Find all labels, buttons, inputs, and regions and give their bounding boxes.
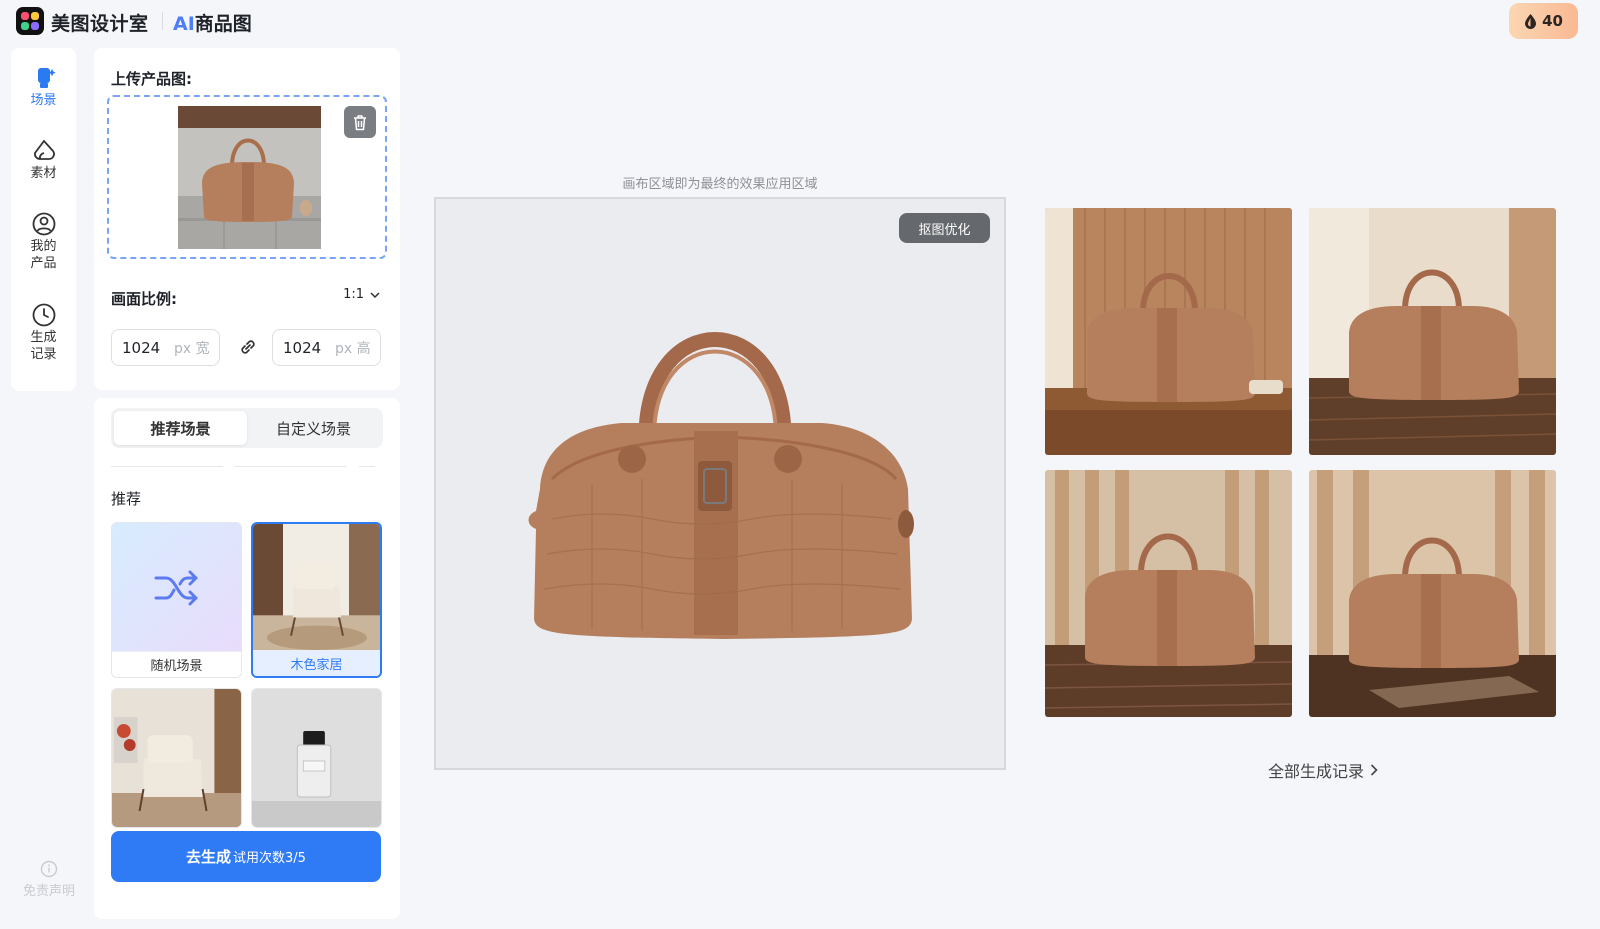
product-title: 商品图	[194, 13, 252, 35]
app-logo-icon[interactable]	[16, 7, 44, 35]
left-nav: 场景 素材 我的产品 生成记录	[11, 48, 76, 391]
scene-card-label: 随机场景	[112, 651, 241, 677]
link-ratio-icon[interactable]	[237, 336, 259, 358]
scene-thumbnail	[112, 689, 241, 827]
credit-coin-icon	[1525, 13, 1537, 29]
scene-card-modern-room[interactable]	[111, 688, 242, 828]
disclaimer-link[interactable]: 免责声明	[14, 860, 84, 899]
material-icon	[33, 139, 55, 160]
result-image-4[interactable]	[1309, 470, 1556, 717]
scene-card-random[interactable]: 随机场景	[111, 522, 242, 678]
height-unit: px 高	[335, 340, 371, 357]
matting-optimize-button[interactable]: 抠图优化	[899, 213, 990, 243]
all-records-label: 全部生成记录	[1268, 762, 1365, 781]
trash-icon	[354, 114, 366, 130]
nav-item-scene[interactable]: 场景	[11, 66, 76, 109]
recommended-label: 推荐	[111, 490, 142, 508]
header-divider	[162, 12, 163, 30]
product-ai-label: AI	[173, 13, 195, 35]
app-header: 美图设计室 AI商品图 40	[0, 0, 1600, 42]
scene-panel: 推荐场景 自定义场景 推荐 随机场景 木色家居 去生成 试用次数3/5	[94, 398, 400, 919]
product-image[interactable]	[522, 319, 922, 649]
nav-item-label: 场景	[30, 93, 57, 108]
result-image-2[interactable]	[1309, 208, 1556, 455]
divider	[359, 466, 375, 467]
upload-title: 上传产品图:	[111, 70, 192, 88]
tab-custom-scenes[interactable]: 自定义场景	[247, 411, 380, 445]
delete-image-button[interactable]	[344, 106, 376, 138]
divider	[111, 466, 223, 467]
scene-icon	[37, 68, 56, 88]
ratio-select[interactable]: 1:1	[343, 287, 380, 302]
tab-recommended-scenes[interactable]: 推荐场景	[114, 411, 247, 445]
canvas-caption: 画布区域即为最终的效果应用区域	[622, 177, 818, 192]
uploaded-product-thumbnail	[178, 106, 321, 249]
credits-count: 40	[1542, 12, 1563, 30]
clock-icon	[32, 303, 55, 327]
width-value: 1024	[122, 338, 161, 357]
product-name: AI商品图	[173, 9, 252, 36]
width-field[interactable]: 1024 px 宽	[111, 329, 220, 366]
height-value: 1024	[283, 338, 322, 357]
generate-button[interactable]: 去生成 试用次数3/5	[111, 831, 381, 882]
disclaimer-label: 免责声明	[22, 884, 75, 899]
scene-tabs: 推荐场景 自定义场景	[111, 408, 383, 448]
ratio-value: 1:1	[343, 287, 364, 302]
scene-thumbnail	[252, 689, 381, 827]
nav-item-material[interactable]: 素材	[11, 139, 76, 182]
result-image-3[interactable]	[1045, 470, 1292, 717]
nav-item-label: 我的产品	[30, 239, 57, 271]
info-icon	[40, 860, 58, 878]
divider	[235, 466, 347, 467]
all-records-link[interactable]: 全部生成记录	[1268, 758, 1378, 782]
nav-item-label: 生成记录	[30, 330, 57, 362]
scene-thumbnail	[112, 523, 241, 653]
scene-card-minimal-studio[interactable]	[251, 688, 382, 828]
width-unit: px 宽	[174, 340, 210, 357]
brand-name[interactable]: 美图设计室	[51, 9, 149, 36]
height-field[interactable]: 1024 px 高	[272, 329, 381, 366]
chevron-right-icon	[1370, 764, 1378, 776]
shuffle-icon	[154, 570, 197, 606]
nav-item-label: 素材	[30, 166, 57, 181]
scene-thumbnail	[253, 524, 380, 654]
result-image-1[interactable]	[1045, 208, 1292, 455]
editing-canvas[interactable]: 抠图优化	[434, 197, 1006, 770]
scene-card-label: 木色家居	[253, 650, 380, 676]
ratio-title: 画面比例:	[111, 290, 177, 308]
nav-item-history[interactable]: 生成记录	[11, 303, 76, 363]
chevron-down-icon	[370, 291, 380, 298]
trial-count: 试用次数3/5	[233, 851, 306, 866]
generate-label: 去生成	[186, 848, 232, 866]
credits-badge[interactable]: 40	[1509, 3, 1578, 39]
upload-dropzone[interactable]	[107, 95, 387, 259]
nav-item-my-products[interactable]: 我的产品	[11, 212, 76, 272]
user-icon	[32, 212, 55, 236]
scene-card-wood-home[interactable]: 木色家居	[251, 522, 382, 678]
product-settings-panel: 上传产品图: 画面比例: 1:1 1024 px 宽 1024 px 高	[94, 48, 400, 390]
